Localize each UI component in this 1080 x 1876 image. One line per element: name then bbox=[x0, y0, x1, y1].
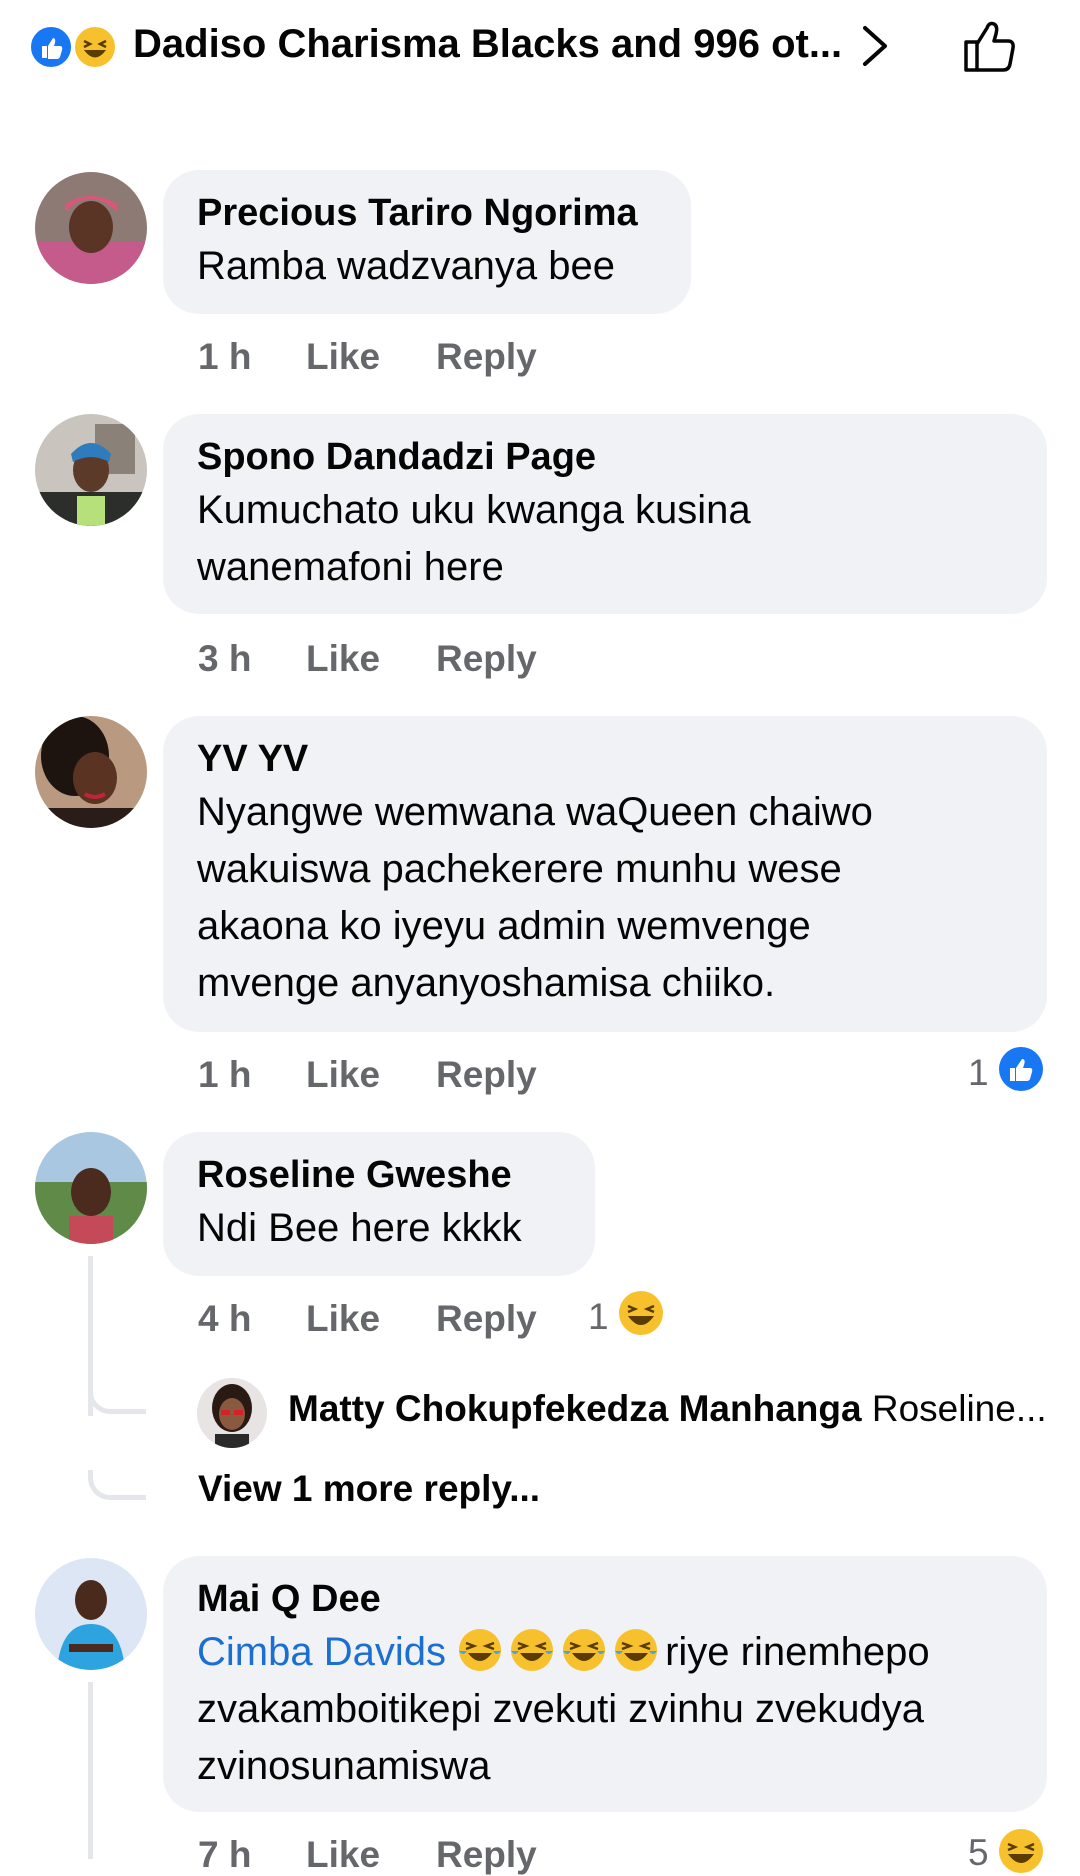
comment-text-line: wanemafoni here bbox=[197, 545, 504, 589]
avatar[interactable] bbox=[35, 716, 147, 828]
thread-connector bbox=[88, 1384, 146, 1414]
mention-link[interactable]: Cimba Davids bbox=[197, 1630, 446, 1674]
reactions-summary[interactable]: Dadiso Charisma Blacks and 996 ot... bbox=[133, 22, 842, 67]
comment-bubble: Precious Tariro Ngorima Ramba wadzvanya … bbox=[163, 170, 691, 314]
comment-text-line: zvakamboitikepi zvekuti zvinhu zvekudya bbox=[197, 1687, 925, 1731]
comment-author[interactable]: Spono Dandadzi Page bbox=[197, 434, 1013, 480]
reply-button[interactable]: Reply bbox=[436, 1298, 537, 1340]
avatar[interactable] bbox=[35, 1132, 147, 1244]
comment-bubble: YV YV Nyangwe wemwana waQueen chaiwo wak… bbox=[163, 716, 1047, 1032]
laughing-tears-emoji bbox=[459, 1629, 502, 1671]
comment-author[interactable]: Roseline Gweshe bbox=[197, 1152, 561, 1198]
chevron-right-icon[interactable] bbox=[855, 22, 895, 70]
comment-bubble: Spono Dandadzi Page Kumuchato uku kwanga… bbox=[163, 414, 1047, 614]
comment-actions: 4 h Like Reply bbox=[198, 1298, 537, 1340]
reply-button[interactable]: Reply bbox=[436, 1834, 537, 1876]
laughing-tears-emoji bbox=[563, 1629, 606, 1671]
comment-text-line: mvenge anyanyoshamisa chiiko. bbox=[197, 961, 776, 1005]
like-button[interactable]: Like bbox=[306, 336, 436, 378]
comment-text: Kumuchato uku kwanga kusina wanemafoni h… bbox=[197, 482, 1013, 596]
comment-text-line: akaona ko iyeyu admin wemvenge bbox=[197, 904, 811, 948]
thread-connector bbox=[88, 1682, 93, 1859]
reactions-header[interactable]: Dadiso Charisma Blacks and 996 ot... bbox=[0, 0, 1080, 100]
avatar[interactable] bbox=[35, 1558, 147, 1670]
comment-text: Cimba Davids riye rinemhepo zvakamboitik… bbox=[197, 1624, 1013, 1795]
comment-text-line: Nyangwe wemwana waQueen chaiwo bbox=[197, 790, 873, 834]
haha-reaction-icon bbox=[72, 24, 118, 70]
like-reaction-icon bbox=[28, 24, 74, 70]
comment-text: Ramba wadzvanya bee bbox=[197, 244, 616, 288]
comment-time: 1 h bbox=[198, 336, 252, 377]
reply-snippet: Roseline... bbox=[871, 1388, 1047, 1429]
comment-bubble: Roseline Gweshe Ndi Bee here kkkk bbox=[163, 1132, 595, 1276]
haha-reaction-icon[interactable] bbox=[618, 1290, 664, 1336]
reply-button[interactable]: Reply bbox=[436, 1054, 537, 1096]
thread-connector bbox=[88, 1470, 146, 1500]
haha-reaction-icon[interactable] bbox=[998, 1828, 1044, 1874]
like-button[interactable]: Like bbox=[306, 1834, 436, 1876]
view-more-replies-link[interactable]: View 1 more reply... bbox=[198, 1468, 540, 1510]
comment-text-line: Cimba Davids riye rinemhepo bbox=[197, 1624, 1013, 1681]
comment-time: 7 h bbox=[198, 1834, 252, 1875]
like-reaction-icon[interactable] bbox=[998, 1046, 1044, 1092]
like-button[interactable]: Like bbox=[306, 1298, 436, 1340]
reaction-icons bbox=[28, 24, 124, 70]
reaction-count[interactable]: 5 bbox=[968, 1832, 989, 1874]
reaction-count[interactable]: 1 bbox=[968, 1052, 989, 1094]
comment-time: 1 h bbox=[198, 1054, 252, 1095]
avatar[interactable] bbox=[197, 1378, 267, 1448]
reply-button[interactable]: Reply bbox=[436, 336, 537, 378]
comment-author[interactable]: Precious Tariro Ngorima bbox=[197, 190, 657, 236]
avatar[interactable] bbox=[35, 172, 147, 284]
laughing-tears-emoji bbox=[511, 1629, 554, 1671]
comment-actions: 1 h Like Reply bbox=[198, 336, 537, 378]
like-button[interactable]: Like bbox=[306, 638, 436, 680]
avatar[interactable] bbox=[35, 414, 147, 526]
comment-text: Ndi Bee here kkkk bbox=[197, 1206, 522, 1250]
reply-preview[interactable]: Matty Chokupfekedza Manhanga Roseline... bbox=[288, 1388, 1047, 1430]
comment-text-line: zvinosunamiswa bbox=[197, 1744, 491, 1788]
comment-author[interactable]: YV YV bbox=[197, 736, 1013, 782]
like-button[interactable]: Like bbox=[306, 1054, 436, 1096]
reply-button[interactable]: Reply bbox=[436, 638, 537, 680]
comment-bubble: Mai Q Dee Cimba Davids riye rinemhepo zv… bbox=[163, 1556, 1047, 1812]
comment-actions: 7 h Like Reply bbox=[198, 1834, 537, 1876]
comment-text: Nyangwe wemwana waQueen chaiwo wakuiswa … bbox=[197, 784, 1013, 1012]
comment-text-line: Kumuchato uku kwanga kusina bbox=[197, 488, 751, 532]
comment-text-fragment: riye rinemhepo bbox=[665, 1630, 930, 1674]
comment-actions: 3 h Like Reply bbox=[198, 638, 537, 680]
comment-actions: 1 h Like Reply bbox=[198, 1054, 537, 1096]
comment-time: 4 h bbox=[198, 1298, 252, 1339]
comment-author[interactable]: Mai Q Dee bbox=[197, 1576, 1013, 1622]
thumbs-up-outline-icon[interactable] bbox=[960, 16, 1020, 76]
reply-author[interactable]: Matty Chokupfekedza Manhanga bbox=[288, 1388, 862, 1429]
comment-time: 3 h bbox=[198, 638, 252, 679]
laughing-tears-emoji bbox=[615, 1629, 658, 1671]
reaction-count[interactable]: 1 bbox=[588, 1296, 609, 1338]
comment-text-line: wakuiswa pachekerere munhu wese bbox=[197, 847, 842, 891]
